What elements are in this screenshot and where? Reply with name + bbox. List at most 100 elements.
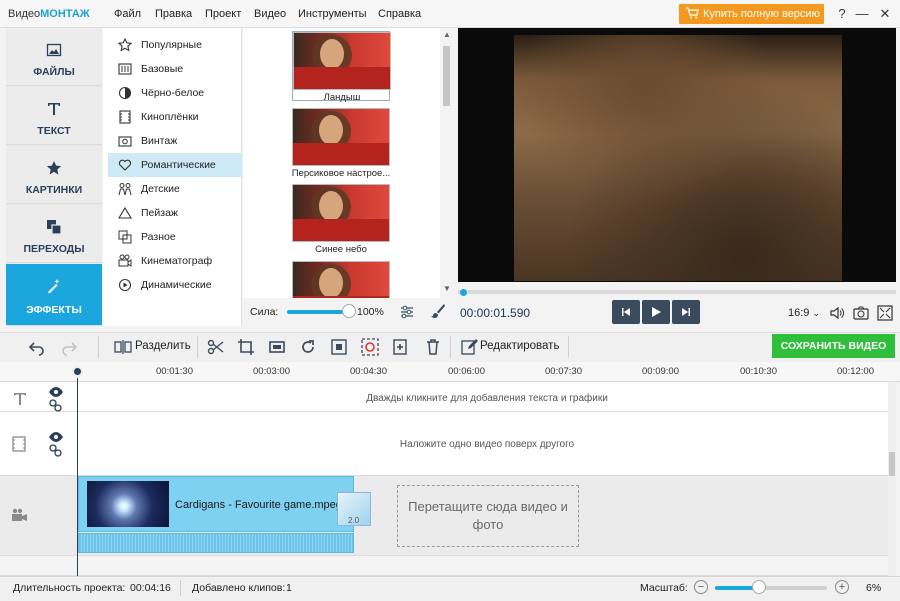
title-bar: ВидеоМОНТАЖ Файл Правка Проект Видео Инс… (0, 0, 900, 28)
playhead-handle[interactable] (72, 366, 83, 377)
effect-category-kids[interactable]: Детские (108, 177, 242, 201)
nav-effects[interactable]: ЭФФЕКТЫ (6, 264, 102, 326)
audio-waveform[interactable] (78, 533, 354, 553)
effect-category-popular[interactable]: Популярные (108, 33, 242, 57)
effect-category-label: Пейзаж (141, 207, 178, 219)
audio-track[interactable] (0, 556, 895, 576)
clips-added-label: Добавлено клипов: (192, 582, 286, 594)
buy-full-version-button[interactable]: Купить полную версию (679, 4, 824, 24)
delete-icon[interactable] (424, 338, 442, 356)
split-icon[interactable] (114, 338, 132, 356)
edit-icon[interactable] (460, 338, 478, 356)
text-track-icon (14, 393, 26, 405)
aspect-ratio-value: 16:9 (788, 307, 810, 319)
nav-pictures[interactable]: КАРТИНКИ (6, 146, 102, 204)
next-frame-button[interactable] (672, 300, 700, 324)
play-button[interactable] (642, 300, 670, 324)
snapshot-camera-icon[interactable] (853, 305, 869, 321)
effect-preset[interactable] (292, 261, 390, 298)
ruler-tick: 00:09:00 (642, 366, 679, 377)
presets-scrollbar[interactable]: ▲ ▼ (440, 28, 453, 298)
zoom-value: 6% (866, 582, 882, 594)
text-icon (48, 103, 60, 115)
nav-files[interactable]: ФАЙЛЫ (6, 28, 102, 86)
crop-icon[interactable] (237, 338, 255, 356)
clips-added-value: 1 (286, 582, 292, 594)
text-track-hint: Дважды кликните для добавления текста и … (366, 393, 608, 404)
zoom-clip-icon[interactable] (330, 338, 348, 356)
playback-position-handle[interactable] (460, 289, 467, 296)
play-circle-icon (118, 278, 132, 292)
stabilize-icon[interactable] (361, 338, 379, 356)
strength-slider-handle[interactable] (342, 304, 356, 318)
effect-category-basic[interactable]: Базовые (108, 57, 242, 81)
transitions-icon (47, 220, 62, 235)
menu-help[interactable]: Справка (378, 8, 421, 20)
effect-category-vintage[interactable]: Винтаж (108, 129, 242, 153)
timecode: 00:00:01.590 (460, 306, 531, 320)
effect-category-film[interactable]: Киноплёнки (108, 105, 242, 129)
effect-category-romantic[interactable]: Романтические (108, 153, 242, 177)
add-clip-icon[interactable] (392, 338, 410, 356)
video-clip-thumbnail (87, 481, 169, 527)
cart-icon (686, 7, 699, 19)
effect-preset[interactable]: Персиковое настрое... (292, 108, 390, 179)
zoom-slider-handle[interactable] (752, 580, 766, 594)
effect-category-bw[interactable]: Чёрно-белое (108, 81, 242, 105)
left-navigation: ФАЙЛЫ ТЕКСТ КАРТИНКИ ПЕРЕХОДЫ ЭФФЕКТЫ (6, 28, 102, 326)
ruler-tick: 00:06:00 (448, 366, 485, 377)
effect-category-cinematic[interactable]: Кинематограф (108, 249, 242, 273)
visibility-eye-icon[interactable] (48, 431, 64, 443)
help-button[interactable]: ? (833, 5, 851, 23)
aspect-ratio-dropdown[interactable]: 16:9 ⌄ (788, 307, 820, 319)
effect-preset[interactable]: Ландыш (292, 31, 391, 103)
cut-icon[interactable] (207, 338, 225, 356)
nav-transitions[interactable]: ПЕРЕХОДЫ (6, 205, 102, 263)
play-icon (652, 307, 661, 317)
edit-button[interactable]: Редактировать (480, 340, 559, 352)
scrollbar-thumb[interactable] (889, 452, 895, 476)
effect-category-label: Детские (141, 183, 180, 195)
close-button[interactable]: ✕ (876, 5, 894, 23)
zoom-out-button[interactable]: − (694, 580, 708, 594)
visibility-eye-icon[interactable] (48, 386, 64, 398)
magic-wand-icon (48, 279, 60, 294)
scroll-down-icon[interactable]: ▼ (443, 284, 451, 293)
menu-project[interactable]: Проект (205, 8, 241, 20)
strength-slider-track[interactable] (287, 310, 349, 314)
ruler-tick: 00:10:30 (740, 366, 777, 377)
volume-icon[interactable] (829, 305, 845, 321)
fullscreen-icon[interactable] (877, 305, 893, 321)
menu-video[interactable]: Видео (254, 8, 286, 20)
brush-icon[interactable] (430, 303, 446, 319)
nav-text[interactable]: ТЕКСТ (6, 87, 102, 145)
undo-icon[interactable] (28, 338, 46, 356)
maximize-button[interactable] (854, 4, 872, 22)
effect-category-landscape[interactable]: Пейзаж (108, 201, 242, 225)
effect-category-dynamic[interactable]: Динамические (108, 273, 242, 297)
menu-file[interactable]: Файл (114, 8, 141, 20)
frame-icon[interactable] (268, 338, 286, 356)
link-icon[interactable] (49, 444, 62, 457)
save-video-button[interactable]: СОХРАНИТЬ ВИДЕО (772, 334, 895, 358)
scroll-up-icon[interactable]: ▲ (443, 30, 451, 39)
preset-caption: Ландыш (323, 92, 361, 103)
effect-preset[interactable]: Синее небо (292, 184, 390, 255)
overlay-track-hint: Наложите одно видео поверх другого (399, 439, 575, 450)
menu-edit[interactable]: Правка (155, 8, 192, 20)
effect-category-misc[interactable]: Разное (108, 225, 242, 249)
rotate-icon[interactable] (299, 338, 317, 356)
scrollbar-thumb[interactable] (443, 46, 450, 106)
transition-marker[interactable]: 2.0 (337, 492, 371, 526)
strength-value: 100% (357, 306, 384, 318)
redo-icon[interactable] (60, 338, 78, 356)
timeline-scrollbar[interactable] (888, 382, 896, 578)
previous-frame-button[interactable] (612, 300, 640, 324)
menu-tools[interactable]: Инструменты (298, 8, 367, 20)
playback-progress-track[interactable] (458, 290, 896, 294)
adjust-settings-icon[interactable] (399, 304, 415, 320)
zoom-in-button[interactable]: + (835, 580, 849, 594)
media-drop-zone[interactable]: Перетащите сюда видео и фото (397, 485, 579, 547)
link-icon[interactable] (49, 399, 62, 412)
split-button[interactable]: Разделить (135, 340, 191, 352)
